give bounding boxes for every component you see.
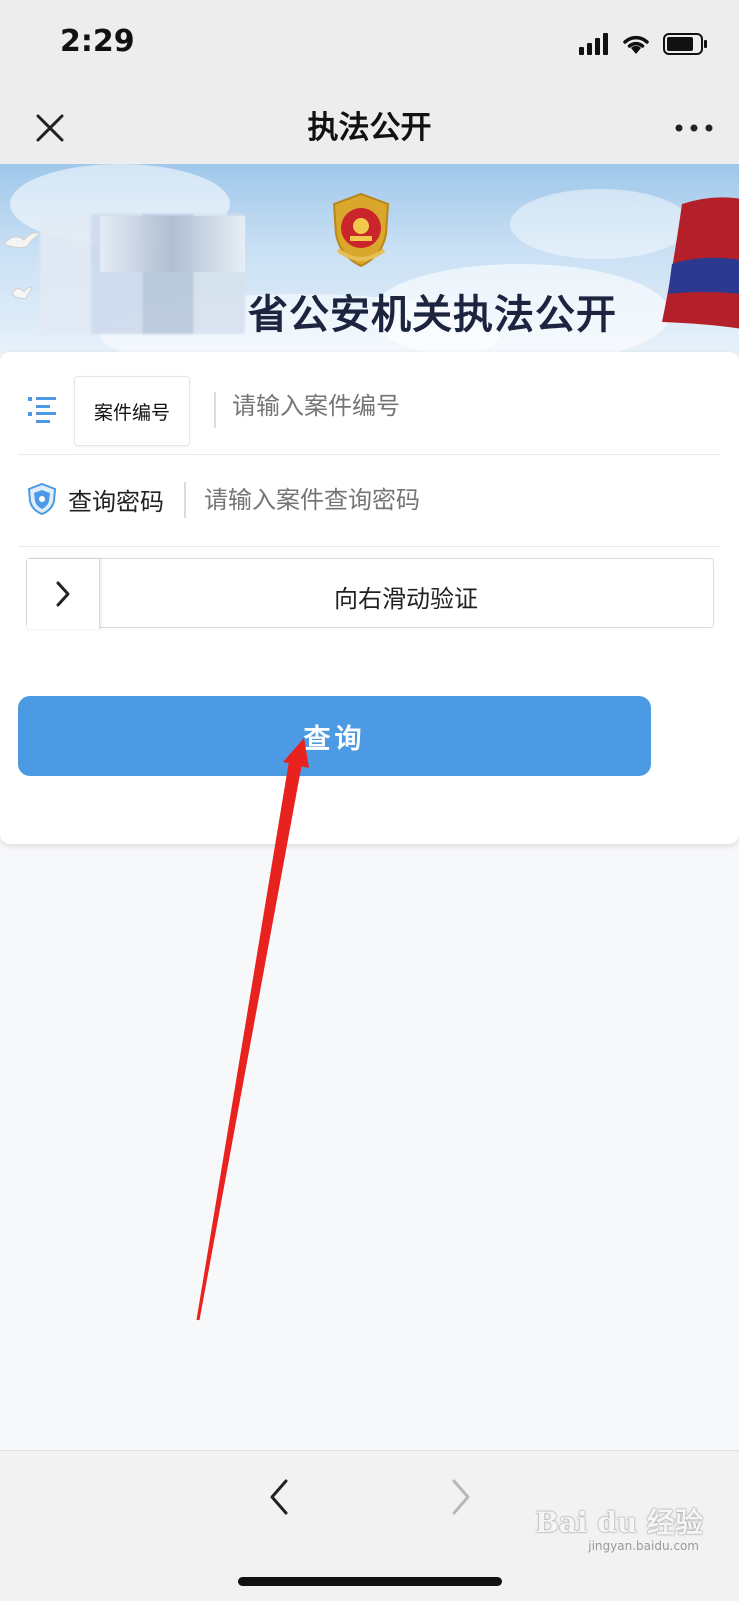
password-row: 查询密码 (18, 454, 721, 547)
nav-bar: 执法公开 (0, 88, 739, 164)
slider-text: 向右滑动验证 (334, 585, 478, 613)
status-icons (579, 30, 709, 58)
watermark: Bai du 经验 (535, 1506, 703, 1539)
slide-verify[interactable]: 向右滑动验证 (26, 558, 714, 629)
back-arrow-icon[interactable] (262, 1477, 298, 1517)
case-number-tag[interactable]: 案件编号 (74, 376, 190, 446)
more-options-icon[interactable] (669, 106, 719, 150)
status-bar: 2:29 (0, 0, 739, 88)
chevron-right-icon (56, 581, 70, 607)
query-form-card: 案件编号 查询密码 向右滑动验证 查询 (0, 352, 739, 844)
list-icon (28, 397, 56, 423)
flag-decoration (662, 197, 739, 329)
password-label: 查询密码 (68, 488, 164, 516)
page-title: 执法公开 (307, 110, 432, 146)
password-input[interactable] (202, 480, 706, 520)
case-number-input[interactable] (230, 386, 704, 426)
watermark-url: jingyan.baidu.com (588, 1539, 699, 1553)
wifi-icon (623, 35, 649, 54)
banner: 省公安机关执法公开 (0, 164, 739, 354)
query-button[interactable]: 查询 (18, 696, 651, 776)
banner-title: 省公安机关执法公开 (248, 292, 617, 338)
divider (214, 392, 216, 428)
slider-handle[interactable] (27, 559, 100, 629)
divider (184, 482, 186, 518)
case-number-row: 案件编号 (18, 352, 721, 455)
bottom-nav-bar: Bai du 经验 jingyan.baidu.com (0, 1450, 739, 1601)
dove-icon (3, 232, 42, 249)
dove-icon (11, 287, 33, 299)
battery-icon (663, 33, 707, 55)
signal-icon (579, 33, 608, 55)
shield-icon (27, 482, 57, 516)
police-emblem-icon (332, 192, 390, 268)
forward-arrow-icon[interactable] (442, 1477, 478, 1517)
home-indicator (238, 1577, 502, 1586)
blurred-region (100, 216, 245, 272)
status-time: 2:29 (60, 24, 135, 59)
